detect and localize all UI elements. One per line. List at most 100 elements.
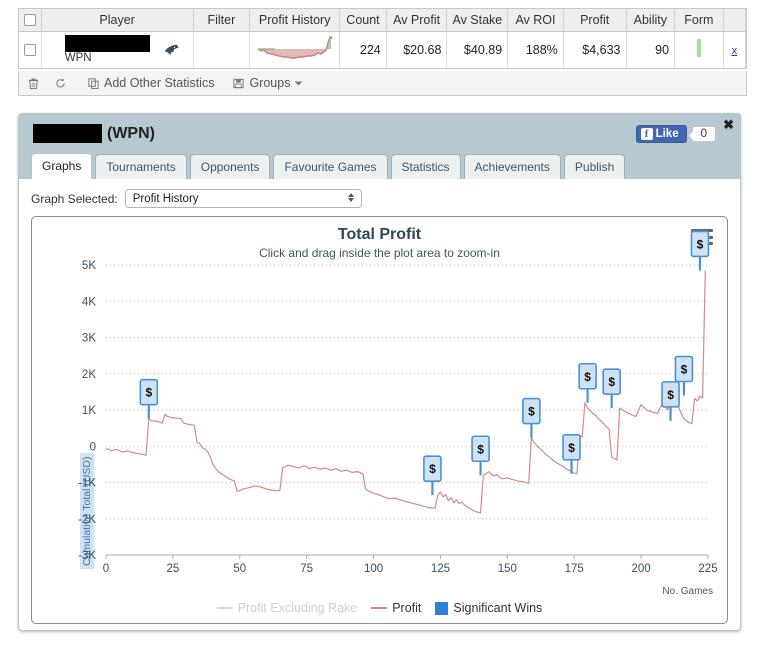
facebook-like-button[interactable]: f Like: [635, 125, 687, 143]
cell-profit: $4,633: [563, 31, 627, 68]
column-header-ability[interactable]: Ability: [626, 9, 676, 32]
svg-text:-1K: -1K: [78, 478, 96, 490]
column-header-profit-history[interactable]: Profit History: [249, 9, 341, 32]
svg-text:0: 0: [103, 563, 109, 575]
add-other-statistics-button[interactable]: Add Other Statistics: [87, 76, 214, 90]
svg-text:$: $: [681, 363, 688, 377]
graph-select-label: Graph Selected:: [31, 191, 118, 206]
graph-select-row: Graph Selected: Profit History: [31, 189, 728, 208]
panel-header: (WPN) f Like 0 ✖ Graphs Tournaments Oppo…: [19, 114, 740, 179]
svg-text:3K: 3K: [82, 333, 96, 345]
legend-swatch-profit: [371, 607, 388, 609]
legend-swatch-excl-rake: [216, 607, 233, 609]
cell-form: [674, 31, 724, 68]
tab-statistics[interactable]: Statistics: [390, 153, 461, 179]
trash-icon: [28, 78, 39, 89]
cell-filter[interactable]: [193, 31, 251, 68]
remove-row-link[interactable]: x: [732, 45, 738, 57]
player-detail-panel: (WPN) f Like 0 ✖ Graphs Tournaments Oppo…: [18, 113, 741, 631]
cell-av-profit: $20.68: [386, 31, 448, 68]
svg-text:$: $: [667, 388, 674, 402]
tab-graphs[interactable]: Graphs: [31, 152, 93, 179]
graph-select-dropdown[interactable]: Profit History: [124, 189, 362, 208]
svg-text:$: $: [697, 237, 704, 251]
svg-text:225: 225: [698, 563, 717, 575]
svg-text:200: 200: [632, 563, 651, 575]
cell-remove[interactable]: x: [723, 31, 747, 68]
svg-text:1K: 1K: [82, 405, 96, 417]
delete-button[interactable]: [27, 77, 44, 90]
panel-player-site: (WPN): [107, 125, 155, 142]
panel-body: Graph Selected: Profit History Total Pro…: [19, 179, 740, 624]
cell-av-stake: $40.89: [446, 31, 509, 68]
table-row[interactable]: WPN 224 $20.68 $40.89 188% $4,633 90 x: [19, 31, 747, 68]
svg-text:-2K: -2K: [78, 514, 96, 526]
svg-text:2K: 2K: [82, 369, 96, 381]
legend-swatch-significant-wins: [435, 601, 449, 615]
facebook-f-icon: f: [640, 128, 653, 140]
legend-item-profit[interactable]: Profit: [371, 601, 421, 615]
legend-label-excl-rake: Profit Excluding Rake: [237, 601, 358, 615]
tab-tournaments[interactable]: Tournaments: [95, 153, 187, 179]
player-stats-table: Player Filter Profit History Count Av Pr…: [18, 8, 747, 69]
svg-text:4K: 4K: [82, 296, 96, 308]
select-all-checkbox[interactable]: [24, 14, 36, 27]
refresh-button[interactable]: [54, 77, 71, 90]
svg-text:$: $: [528, 405, 535, 419]
svg-text:$: $: [477, 442, 484, 456]
close-icon[interactable]: ✖: [723, 118, 734, 131]
svg-text:0: 0: [90, 441, 96, 453]
svg-text:50: 50: [233, 563, 246, 575]
facebook-like-widget[interactable]: f Like 0: [635, 125, 716, 143]
tab-achievements[interactable]: Achievements: [463, 153, 561, 179]
column-header-av-stake[interactable]: Av Stake: [446, 9, 509, 32]
column-header-filter[interactable]: Filter: [193, 9, 251, 32]
row-select-cell[interactable]: [19, 31, 42, 68]
add-other-statistics-label: Add Other Statistics: [104, 76, 215, 90]
refresh-icon: [56, 77, 65, 88]
column-header-player[interactable]: Player: [41, 9, 194, 32]
stepper-arrows-icon: [347, 193, 354, 202]
chart-legend: Profit Excluding Rake Profit Significant…: [32, 601, 727, 615]
form-indicator-bar: [696, 39, 701, 57]
table-toolbar: Add Other Statistics Groups: [18, 71, 747, 96]
groups-label: Groups: [249, 76, 291, 90]
svg-text:150: 150: [498, 563, 517, 575]
copy-icon: [88, 77, 99, 89]
svg-text:75: 75: [300, 563, 313, 575]
save-icon: [233, 78, 245, 88]
row-checkbox[interactable]: [24, 44, 36, 57]
svg-text:$: $: [145, 386, 152, 400]
facebook-like-label: Like: [655, 128, 679, 140]
redacted-panel-player-name: [33, 124, 102, 143]
svg-text:-3K: -3K: [78, 550, 96, 562]
legend-item-significant-wins[interactable]: Significant Wins: [435, 601, 542, 615]
tab-publish[interactable]: Publish: [563, 153, 626, 179]
legend-item-profit-excluding-rake[interactable]: Profit Excluding Rake: [216, 601, 358, 615]
svg-text:$: $: [568, 441, 575, 455]
facebook-like-count: 0: [691, 126, 716, 142]
chart-plot-area[interactable]: -3K -2K -1K 0 1K 2K 3K 4K 5K 0 25 50 75 100 125 150 175 2…: [32, 217, 728, 624]
legend-label-significant-wins: Significant Wins: [453, 601, 543, 615]
column-header-actions: [723, 9, 747, 32]
column-header-select[interactable]: [19, 9, 42, 32]
column-header-profit[interactable]: Profit: [563, 9, 627, 32]
profit-history-sparkline: [257, 35, 333, 59]
panel-tabs: Graphs Tournaments Opponents Favourite G…: [31, 152, 626, 179]
column-header-av-profit[interactable]: Av Profit: [386, 9, 448, 32]
column-header-av-roi[interactable]: Av ROI: [507, 9, 564, 32]
cell-profit-history-sparkline[interactable]: [249, 31, 341, 68]
svg-text:$: $: [584, 370, 591, 384]
svg-text:100: 100: [364, 563, 383, 575]
legend-label-profit: Profit: [392, 601, 422, 615]
cell-ability: 90: [626, 31, 676, 68]
tab-opponents[interactable]: Opponents: [189, 153, 271, 179]
table-header-row: Player Filter Profit History Count Av Pr…: [19, 9, 747, 32]
column-header-form[interactable]: Form: [674, 9, 724, 32]
profit-chart[interactable]: Total Profit Click and drag inside the p…: [31, 216, 728, 624]
shark-icon: [164, 44, 179, 54]
groups-button[interactable]: Groups: [232, 76, 303, 90]
column-header-count[interactable]: Count: [339, 9, 387, 32]
tab-favourite-games[interactable]: Favourite Games: [273, 153, 388, 179]
graph-select-value: Profit History: [132, 192, 199, 205]
